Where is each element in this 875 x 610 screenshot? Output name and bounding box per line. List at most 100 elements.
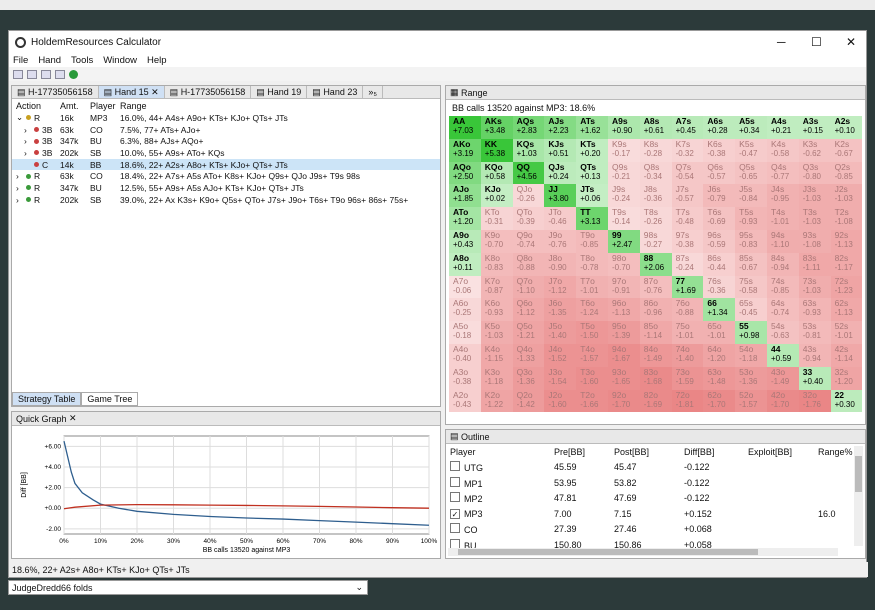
range-cell[interactable]: Q6o -1.12 — [512, 298, 545, 322]
range-cell[interactable]: ATs +1.62 — [576, 116, 608, 139]
range-cell[interactable]: J6s -0.79 — [703, 184, 736, 208]
outline-col[interactable]: Pre[BB] — [554, 447, 614, 457]
range-cell[interactable]: 77 +1.69 — [671, 275, 704, 299]
range-cell[interactable]: K6s -0.38 — [703, 138, 736, 162]
range-cell[interactable]: 84s -0.94 — [766, 252, 799, 276]
range-cell[interactable]: T9s -0.14 — [607, 207, 640, 230]
range-cell[interactable]: KJo +0.02 — [480, 184, 513, 208]
chat-dropdown-icon[interactable]: ⌄ — [355, 582, 363, 593]
range-cell[interactable]: KTs +0.20 — [576, 138, 608, 162]
range-cell[interactable]: 82s -1.17 — [830, 252, 863, 276]
table-row[interactable]: › R 63k CO 18.4%, 22+ A7s+ A5s ATo+ K8s+ KJo… — [12, 170, 440, 182]
range-cell[interactable]: Q6s -0.57 — [703, 161, 736, 185]
range-cell[interactable]: 82o -1.69 — [639, 389, 672, 413]
range-cell[interactable]: 54s -0.63 — [766, 321, 799, 344]
range-cell[interactable]: 88 +2.06 — [639, 252, 672, 276]
range-cell[interactable]: 98o -0.70 — [607, 252, 640, 276]
open-icon[interactable] — [27, 69, 37, 79]
range-cell[interactable]: J8o -0.90 — [544, 252, 577, 276]
range-cell[interactable]: K9o -0.70 — [480, 229, 513, 253]
range-cell[interactable]: 64s -0.74 — [766, 298, 799, 322]
range-cell[interactable]: 54o -1.18 — [735, 343, 767, 367]
range-cell[interactable]: J2s -1.03 — [830, 184, 863, 208]
range-cell[interactable]: Q7o -1.10 — [512, 275, 545, 299]
range-cell[interactable]: KTo -0.31 — [480, 207, 513, 230]
range-cell[interactable]: K2s -0.67 — [830, 138, 863, 162]
col-action[interactable]: Action — [12, 101, 60, 111]
range-cell[interactable]: Q8s -0.34 — [639, 161, 672, 185]
range-cell[interactable]: Q5o -1.21 — [512, 321, 545, 344]
range-cell[interactable]: 76o -0.88 — [671, 298, 704, 322]
range-cell[interactable]: QJs +0.24 — [544, 161, 577, 185]
range-cell[interactable]: A8s +0.61 — [639, 116, 672, 139]
range-cell[interactable]: Q7s -0.54 — [671, 161, 704, 185]
range-cell[interactable]: J9o -0.76 — [544, 229, 577, 253]
range-cell[interactable]: 73o -1.59 — [671, 366, 704, 390]
range-cell[interactable]: 97s -0.38 — [671, 229, 704, 253]
range-cell[interactable]: A8o +0.11 — [449, 252, 481, 276]
range-cell[interactable]: AQo +2.50 — [449, 161, 481, 185]
outline-row[interactable]: ✓ MP3 7.00 7.15 +0.152 16.0 — [446, 506, 865, 522]
range-cell[interactable]: T5s -0.93 — [735, 207, 767, 230]
range-cell[interactable]: A7s +0.45 — [671, 116, 704, 139]
tab-hand-23[interactable]: ▤ Hand 23 — [307, 86, 364, 98]
range-cell[interactable]: JJ +3.80 — [544, 184, 577, 208]
range-cell[interactable]: A6s +0.28 — [703, 116, 736, 139]
range-cell[interactable]: J9s -0.24 — [607, 184, 640, 208]
range-cell[interactable]: 32s -1.20 — [830, 366, 863, 390]
range-cell[interactable]: J7s -0.57 — [671, 184, 704, 208]
range-cell[interactable]: T5o -1.50 — [576, 321, 608, 344]
menu-file[interactable]: File — [13, 55, 28, 66]
range-cell[interactable]: T3s -1.03 — [798, 207, 831, 230]
range-cell[interactable]: 83s -1.11 — [798, 252, 831, 276]
range-cell[interactable]: 94s -1.10 — [766, 229, 799, 253]
range-cell[interactable]: ATo +1.20 — [449, 207, 481, 230]
range-cell[interactable]: 76s -0.36 — [703, 275, 736, 299]
range-cell[interactable]: 96o -1.13 — [607, 298, 640, 322]
menu-hand[interactable]: Hand — [38, 55, 61, 66]
range-cell[interactable]: Q4o -1.33 — [512, 343, 545, 367]
range-cell[interactable]: 93o -1.65 — [607, 366, 640, 390]
menu-tools[interactable]: Tools — [71, 55, 93, 66]
range-cell[interactable]: T3o -1.60 — [576, 366, 608, 390]
range-cell[interactable]: KJs +0.51 — [544, 138, 577, 162]
range-cell[interactable]: 86o -0.96 — [639, 298, 672, 322]
table-row[interactable]: ⌄ R 16k MP3 16.0%, 44+ A4s+ A9o+ KTs+ KJo+ Q… — [12, 112, 440, 124]
table-row[interactable]: › 3B 63k CO 7.5%, 77+ ATs+ AJo+ — [12, 124, 440, 136]
range-cell[interactable]: 52s -1.01 — [830, 321, 863, 344]
range-cell[interactable]: 74s -0.85 — [766, 275, 799, 299]
range-cell[interactable]: J4s -0.95 — [766, 184, 799, 208]
range-cell[interactable]: J5s -0.84 — [735, 184, 767, 208]
range-cell[interactable]: 63o -1.48 — [703, 366, 736, 390]
range-cell[interactable]: 62o -1.70 — [703, 389, 736, 413]
range-cell[interactable]: A5o -0.18 — [449, 321, 481, 344]
range-cell[interactable]: Q9s -0.21 — [607, 161, 640, 185]
quick-graph-tab[interactable]: Quick Graph ✕ — [12, 412, 440, 426]
range-cell[interactable]: A9o +0.43 — [449, 229, 481, 253]
expand-icon[interactable]: › — [16, 195, 23, 205]
range-cell[interactable]: T6s -0.69 — [703, 207, 736, 230]
range-cell[interactable]: K3s -0.62 — [798, 138, 831, 162]
range-cell[interactable]: T9o -0.85 — [576, 229, 608, 253]
tab-game-tree[interactable]: Game Tree — [81, 392, 139, 406]
range-cell[interactable]: Q4s -0.77 — [766, 161, 799, 185]
range-cell[interactable]: A3s +0.15 — [798, 116, 831, 139]
range-cell[interactable]: K5o -1.03 — [480, 321, 513, 344]
range-cell[interactable]: K8o -0.83 — [480, 252, 513, 276]
outline-row[interactable]: MP1 53.95 53.82 -0.122 — [446, 475, 865, 491]
range-cell[interactable]: J3s -1.03 — [798, 184, 831, 208]
range-cell[interactable]: 65o -1.01 — [703, 321, 736, 344]
range-cell[interactable]: QTo -0.39 — [512, 207, 545, 230]
range-cell[interactable]: J4o -1.52 — [544, 343, 577, 367]
range-cell[interactable]: AKo +3.19 — [449, 138, 481, 162]
range-cell[interactable]: 95s -0.83 — [735, 229, 767, 253]
table-row[interactable]: C 14k BB 18.6%, 22+ A2s+ A8o+ KTs+ KJo+ QTs… — [12, 158, 440, 171]
range-cell[interactable]: K2o -1.22 — [480, 389, 513, 413]
range-cell[interactable]: 87o -0.76 — [639, 275, 672, 299]
range-cell[interactable]: 22 +0.30 — [830, 389, 863, 413]
tab-hand-19[interactable]: ▤ Hand 19 — [251, 86, 308, 98]
range-cell[interactable]: T2o -1.66 — [576, 389, 608, 413]
range-cell[interactable]: 97o -0.91 — [607, 275, 640, 299]
range-cell[interactable]: 72o -1.81 — [671, 389, 704, 413]
range-cell[interactable]: A9s +0.90 — [607, 116, 640, 139]
